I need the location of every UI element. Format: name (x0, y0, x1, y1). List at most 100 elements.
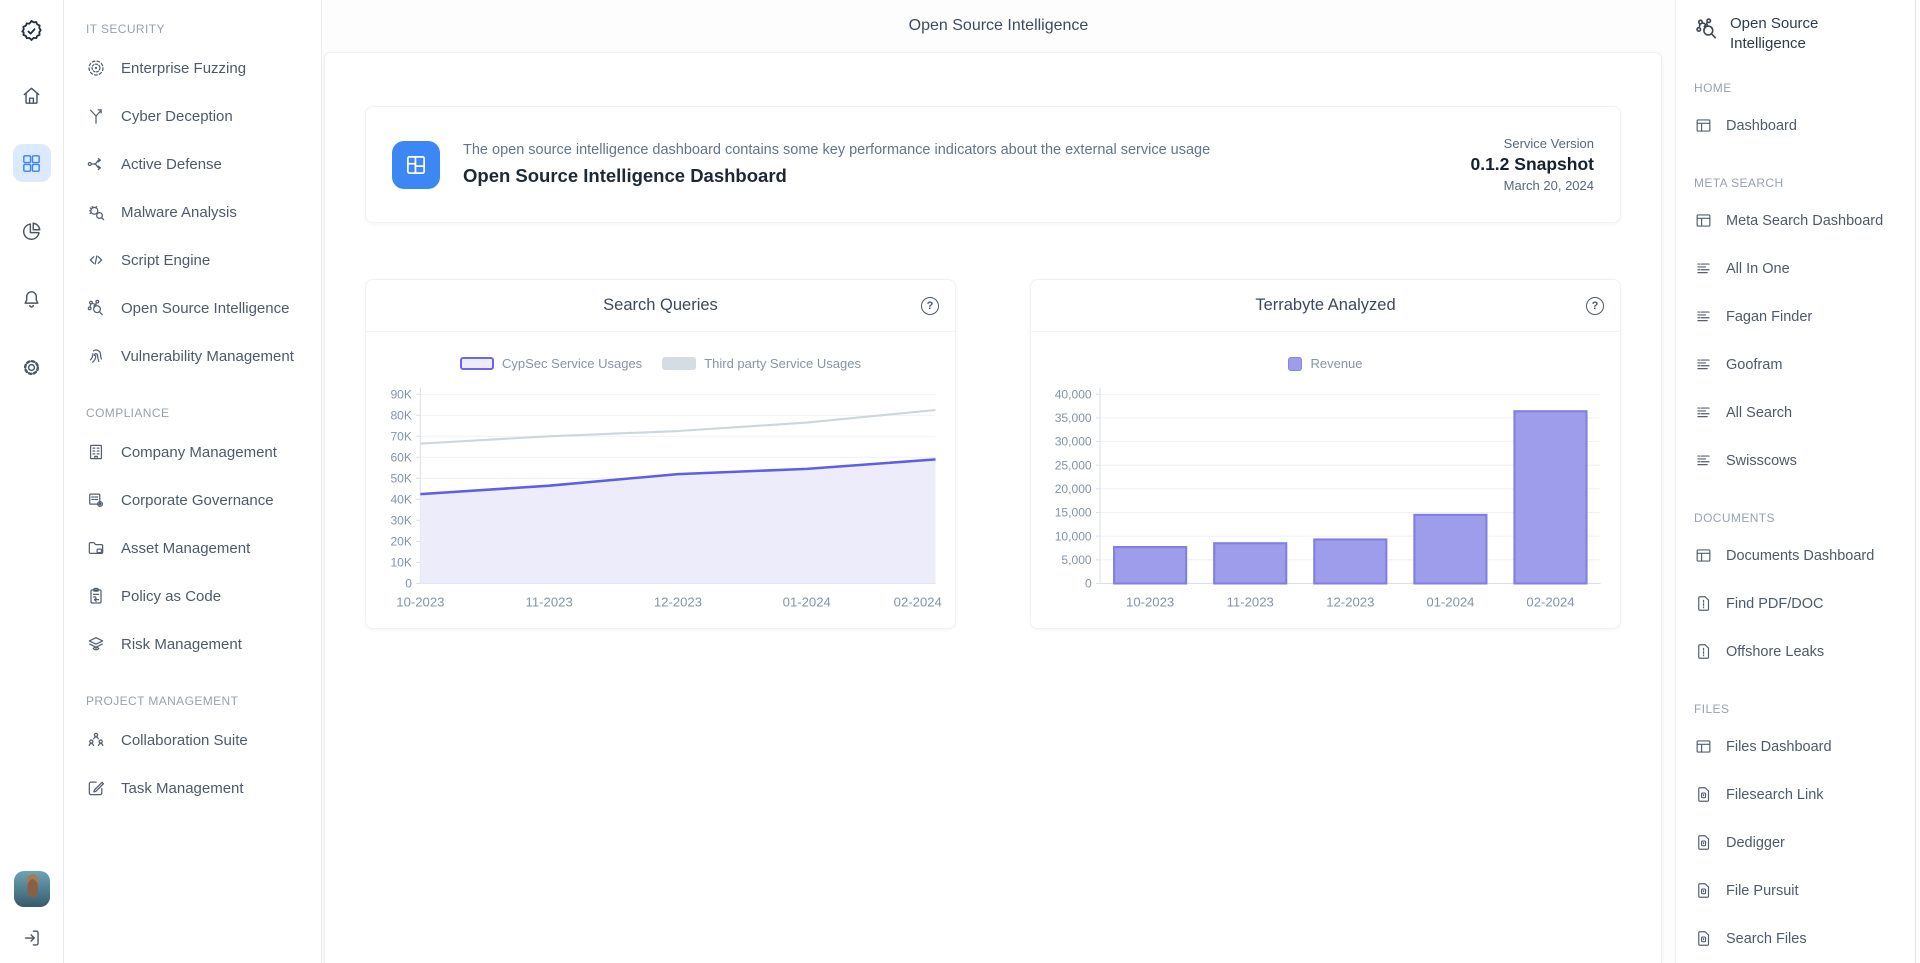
legend-item[interactable]: Third party Service Usages (662, 356, 861, 371)
sidebar-item-offshore-leaks[interactable]: Offshore Leaks (1694, 628, 1914, 676)
sidebar-item-dedigger[interactable]: Dedigger (1694, 819, 1914, 867)
legend-item[interactable]: Revenue (1288, 356, 1362, 371)
nav-item-label: Enterprise Fuzzing (121, 60, 246, 77)
svg-text:50K: 50K (390, 472, 412, 486)
nav-item-label: Risk Management (121, 636, 242, 653)
edit-square-icon (86, 778, 106, 798)
legend-label: Revenue (1310, 356, 1362, 371)
legend-item[interactable]: CypSec Service Usages (460, 356, 642, 371)
sidebar-item-label: Meta Search Dashboard (1726, 213, 1883, 229)
nav-item-label: Policy as Code (121, 588, 221, 605)
svg-text:10,000: 10,000 (1055, 529, 1092, 543)
nav-item-corporate-governance[interactable]: Corporate Governance (86, 476, 311, 524)
flow-arrows-icon (86, 154, 106, 174)
sidebar-item-find-pdf-doc[interactable]: Find PDF/DOC (1694, 580, 1914, 628)
nav-item-cyber-deception[interactable]: Cyber Deception (86, 92, 311, 140)
svg-text:40,000: 40,000 (1055, 387, 1092, 401)
nav-item-company-management[interactable]: Company Management (86, 428, 311, 476)
nav-item-asset-management[interactable]: Asset Management (86, 524, 311, 572)
sidebar-item-meta-search-dashboard[interactable]: Meta Search Dashboard (1694, 197, 1914, 245)
right-sidebar-header: Open Source Intelligence (1694, 14, 1914, 55)
sidebar-item-label: All In One (1726, 261, 1790, 277)
app-logo shield-check-logo-icon (15, 14, 49, 48)
nav-section-it-security: IT SECURITY (86, 22, 311, 38)
right-sidebar-title: Open Source Intelligence (1730, 14, 1850, 55)
nav-item-open-source-intelligence[interactable]: Open Source Intelligence (86, 284, 311, 332)
svg-text:10-2023: 10-2023 (396, 595, 444, 610)
gear-icon[interactable] (13, 348, 51, 386)
sidebar-item-all-search[interactable]: All Search (1694, 389, 1914, 437)
legend-label: Third party Service Usages (704, 356, 861, 371)
legend-swatch-revenue (1288, 357, 1302, 371)
dashboard-grid-icon[interactable] (13, 144, 51, 182)
folder-icon (86, 538, 106, 558)
right-sidebar: Open Source Intelligence HOMEDashboardME… (1675, 0, 1920, 963)
terrabyte-analyzed-chart-card: Terrabyte Analyzed Revenue 05,00010,0001… (1030, 279, 1621, 629)
search-queries-chart-card: Search Queries CypSec Service Usages Thi… (365, 279, 956, 629)
sidebar-item-documents-dashboard[interactable]: Documents Dashboard (1694, 532, 1914, 580)
window-layout-icon (1694, 211, 1713, 230)
left-nav: IT SECURITY Enterprise Fuzzing Cyber Decep… (64, 0, 322, 963)
svg-text:11-2023: 11-2023 (1227, 595, 1274, 610)
sidebar-item-swisscows[interactable]: Swisscows (1694, 437, 1914, 485)
nav-item-task-management[interactable]: Task Management (86, 764, 311, 812)
service-version-date: March 20, 2024 (1470, 178, 1594, 193)
layers-eye-icon (86, 634, 106, 654)
nav-item-label: Script Engine (121, 252, 210, 269)
sidebar-section-meta-search: META SEARCH (1694, 176, 1914, 192)
pie-chart-icon[interactable] (13, 212, 51, 250)
sidebar-item-label: Fagan Finder (1726, 309, 1812, 325)
help-icon[interactable] (921, 297, 939, 315)
svg-text:10-2023: 10-2023 (1126, 595, 1174, 610)
sidebar-item-label: Offshore Leaks (1726, 644, 1824, 660)
list-lines-icon (1694, 451, 1713, 470)
nav-item-malware-analysis[interactable]: Malware Analysis (86, 188, 311, 236)
sidebar-item-files-dashboard[interactable]: Files Dashboard (1694, 723, 1914, 771)
chart-header: Terrabyte Analyzed (1031, 280, 1620, 332)
sidebar-item-search-files[interactable]: Search Files (1694, 915, 1914, 963)
svg-text:20,000: 20,000 (1055, 482, 1092, 496)
sidebar-item-all-in-one[interactable]: All In One (1694, 245, 1914, 293)
sidebar-item-file-pursuit[interactable]: File Pursuit (1694, 867, 1914, 915)
bug-search-icon (86, 202, 106, 222)
svg-text:30K: 30K (390, 514, 412, 528)
nav-item-vulnerability-management[interactable]: Vulnerability Management (86, 332, 311, 380)
user-avatar[interactable] (14, 871, 50, 907)
svg-text:12-2023: 12-2023 (654, 595, 702, 610)
file-box-icon (1694, 833, 1713, 852)
dashboard-layout-icon (392, 141, 440, 189)
sidebar-item-label: All Search (1726, 405, 1792, 421)
nav-item-label: Active Defense (121, 156, 222, 173)
list-lines-icon (1694, 355, 1713, 374)
home-icon[interactable] (13, 76, 51, 114)
sidebar-item-label: Find PDF/DOC (1726, 596, 1824, 612)
bar-chart: 05,00010,00015,00020,00025,00030,00035,0… (1031, 371, 1620, 630)
bell-icon[interactable] (13, 280, 51, 318)
nav-item-risk-management[interactable]: Risk Management (86, 620, 311, 668)
nav-item-label: Company Management (121, 444, 277, 461)
sidebar-section-files: FILES (1694, 702, 1914, 718)
sidebar-item-dashboard[interactable]: Dashboard (1694, 102, 1914, 150)
sidebar-item-filesearch-link[interactable]: Filesearch Link (1694, 771, 1914, 819)
nav-item-label: Collaboration Suite (121, 732, 248, 749)
nav-item-script-engine[interactable]: Script Engine (86, 236, 311, 284)
list-lines-icon (1694, 403, 1713, 422)
fingerprint-icon (86, 346, 106, 366)
svg-text:80K: 80K (390, 408, 412, 422)
svg-text:70K: 70K (390, 429, 412, 443)
nav-item-collaboration-suite[interactable]: Collaboration Suite (86, 716, 311, 764)
building-icon (86, 442, 106, 462)
help-icon[interactable] (1586, 297, 1604, 315)
nav-item-label: Cyber Deception (121, 108, 233, 125)
logout-icon[interactable] (17, 923, 47, 953)
file-box-icon (1694, 929, 1713, 948)
sidebar-item-label: Search Files (1726, 931, 1807, 947)
nav-item-enterprise-fuzzing[interactable]: Enterprise Fuzzing (86, 44, 311, 92)
charts-row: Search Queries CypSec Service Usages Thi… (365, 279, 1621, 629)
nav-item-active-defense[interactable]: Active Defense (86, 140, 311, 188)
svg-text:01-2024: 01-2024 (1426, 595, 1474, 610)
sidebar-item-fagan-finder[interactable]: Fagan Finder (1694, 293, 1914, 341)
chart-title: Terrabyte Analyzed (1255, 296, 1395, 315)
sidebar-item-goofram[interactable]: Goofram (1694, 341, 1914, 389)
nav-item-policy-as-code[interactable]: Policy as Code (86, 572, 311, 620)
